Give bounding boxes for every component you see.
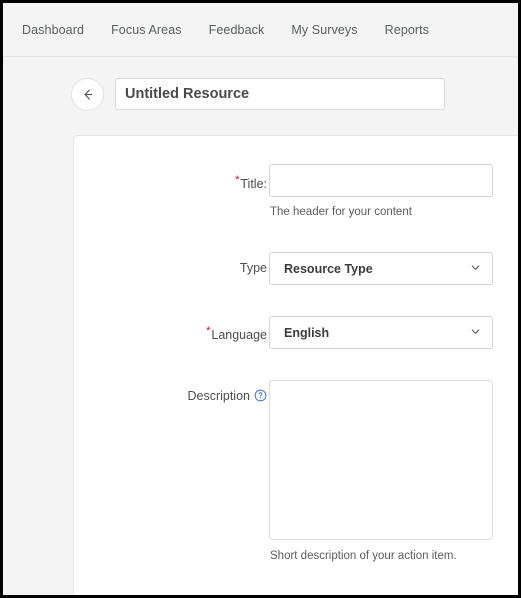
description-helper-text: Short description of your action item.: [270, 550, 457, 562]
nav-item-focus-areas[interactable]: Focus Areas: [111, 23, 182, 37]
nav-item-my-surveys[interactable]: My Surveys: [291, 23, 357, 37]
description-textarea[interactable]: [269, 380, 493, 540]
chevron-down-icon: [470, 260, 481, 278]
type-select[interactable]: Resource Type: [269, 252, 493, 285]
resource-title-bar: [3, 57, 518, 131]
form-card: *Title: The header for your content Type…: [73, 135, 518, 595]
language-field-label: *Language: [114, 325, 267, 342]
nav-item-reports[interactable]: Reports: [385, 23, 429, 37]
type-select-value: Resource Type: [284, 261, 373, 276]
question-circle-icon[interactable]: [254, 389, 267, 405]
arrow-left-icon: [80, 87, 95, 102]
type-field-label: Type: [114, 261, 267, 275]
resource-name-input[interactable]: [115, 78, 445, 110]
type-label-text: Type: [239, 261, 267, 275]
top-navigation-bar: Dashboard Focus Areas Feedback My Survey…: [3, 3, 518, 57]
description-field-label: Description: [114, 389, 267, 405]
language-select[interactable]: English: [269, 316, 493, 349]
nav-item-feedback[interactable]: Feedback: [209, 23, 265, 37]
language-required-marker: *: [206, 325, 211, 337]
title-input[interactable]: [269, 164, 493, 197]
description-label-text: Description: [187, 389, 250, 403]
language-select-value: English: [284, 325, 330, 340]
chevron-down-icon: [470, 324, 481, 342]
title-helper-text: The header for your content: [270, 206, 412, 218]
back-button[interactable]: [71, 77, 104, 111]
title-field-label: *Title:: [114, 174, 267, 191]
title-required-marker: *: [235, 174, 240, 186]
title-label-text: Title:: [240, 177, 267, 192]
language-label-text: Language: [211, 328, 267, 343]
nav-item-dashboard[interactable]: Dashboard: [22, 23, 84, 37]
app-window: Dashboard Focus Areas Feedback My Survey…: [0, 0, 521, 598]
